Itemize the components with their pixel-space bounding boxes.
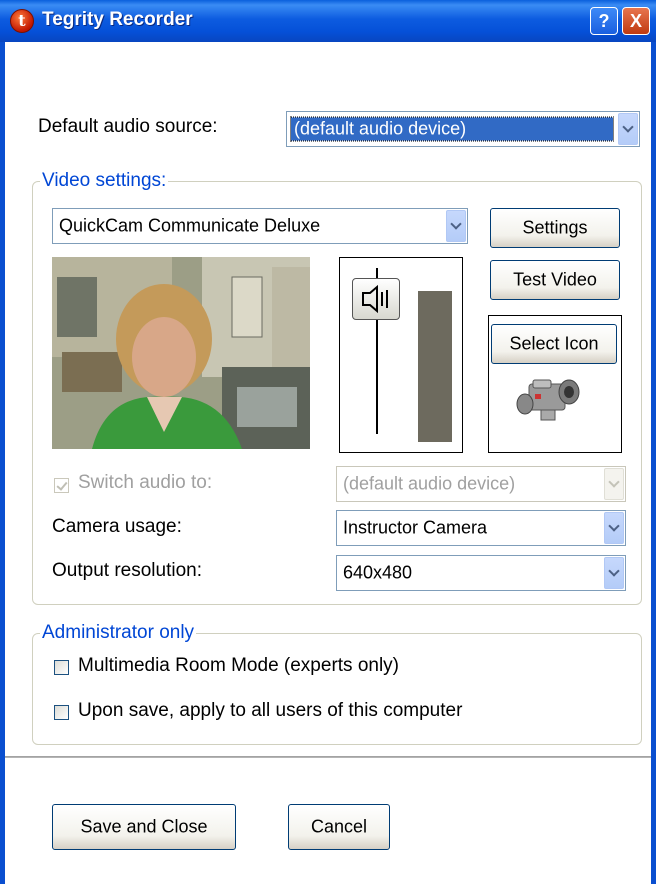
chevron-down-icon[interactable]	[446, 210, 466, 242]
administrator-group	[32, 633, 642, 745]
camera-usage-dropdown[interactable]: Instructor Camera	[336, 510, 626, 546]
chevron-down-icon[interactable]	[618, 113, 638, 145]
test-video-button-label: Test Video	[513, 269, 597, 290]
camera-dropdown[interactable]: QuickCam Communicate Deluxe	[52, 208, 468, 244]
camera-value: QuickCam Communicate Deluxe	[59, 215, 321, 236]
switch-audio-label: Switch audio to:	[78, 472, 213, 493]
switch-audio-checkbox[interactable]	[54, 478, 69, 493]
speaker-icon	[362, 284, 388, 314]
chevron-down-icon[interactable]	[604, 557, 624, 589]
output-resolution-dropdown[interactable]: 640x480	[336, 555, 626, 591]
audio-level-meter	[418, 291, 452, 442]
output-resolution-label: Output resolution:	[52, 560, 202, 581]
video-settings-legend: Video settings:	[40, 170, 169, 192]
output-resolution-value: 640x480	[343, 562, 413, 583]
tegrity-recorder-window: t Tegrity Recorder ? X Default audio sou…	[0, 0, 656, 884]
tegrity-app-icon: t	[10, 9, 34, 33]
chevron-down-icon[interactable]	[604, 512, 624, 544]
camera-usage-label: Camera usage:	[52, 516, 182, 537]
video-preview-image	[52, 257, 310, 449]
close-icon: X	[629, 11, 642, 31]
audio-source-value: (default audio device)	[290, 116, 614, 142]
test-video-button[interactable]: Test Video	[490, 260, 620, 300]
volume-slider-thumb[interactable]	[352, 278, 400, 320]
switch-audio-value: (default audio device)	[343, 473, 516, 494]
camera-icon-panel: Select Icon	[488, 315, 622, 453]
window-frame-right	[651, 42, 656, 884]
select-icon-button[interactable]: Select Icon	[491, 324, 617, 364]
close-button[interactable]: X	[622, 7, 650, 35]
apply-all-users-checkbox[interactable]	[54, 705, 69, 720]
cancel-label: Cancel	[310, 816, 368, 837]
multimedia-room-checkbox[interactable]	[54, 660, 69, 675]
camera-usage-value: Instructor Camera	[343, 517, 488, 538]
save-and-close-button[interactable]: Save and Close	[52, 804, 236, 850]
chevron-down-icon[interactable]	[604, 468, 624, 500]
volume-panel	[339, 257, 463, 453]
multimedia-room-label: Multimedia Room Mode (experts only)	[78, 655, 400, 676]
apply-all-users-label: Upon save, apply to all users of this co…	[78, 700, 463, 721]
save-and-close-label: Save and Close	[80, 816, 208, 837]
video-preview	[52, 257, 310, 449]
app-icon-letter: t	[18, 11, 26, 30]
cancel-button[interactable]: Cancel	[288, 804, 390, 850]
video-camera-icon	[516, 379, 580, 421]
help-icon: ?	[598, 11, 610, 31]
select-icon-button-label: Select Icon	[509, 333, 599, 354]
audio-source-label: Default audio source:	[38, 116, 218, 137]
audio-source-dropdown[interactable]: (default audio device)	[286, 111, 640, 147]
help-button[interactable]: ?	[590, 7, 618, 35]
administrator-legend: Administrator only	[40, 622, 197, 644]
window-title: Tegrity Recorder	[42, 9, 193, 30]
title-bar[interactable]: t Tegrity Recorder ? X	[0, 0, 656, 42]
settings-button[interactable]: Settings	[490, 208, 620, 248]
switch-audio-dropdown[interactable]: (default audio device)	[336, 466, 626, 502]
settings-button-label: Settings	[522, 217, 588, 238]
